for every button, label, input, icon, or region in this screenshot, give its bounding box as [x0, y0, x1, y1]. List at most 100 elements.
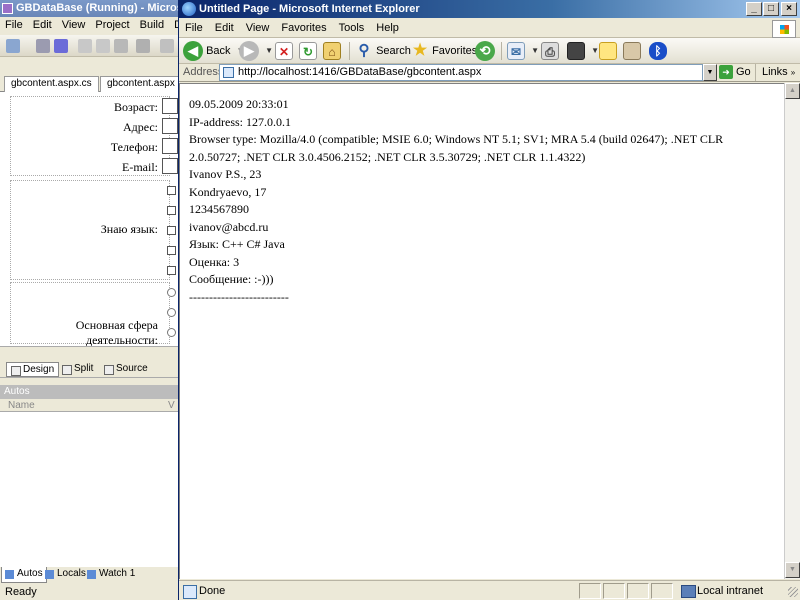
language-checkbox-4[interactable]: [167, 246, 176, 255]
refresh-button[interactable]: ↻: [299, 40, 317, 62]
home-button[interactable]: ⌂: [323, 40, 341, 62]
messenger-button[interactable]: [623, 40, 641, 62]
tab-split[interactable]: Split: [58, 362, 97, 377]
field-radio-1[interactable]: [167, 288, 176, 297]
save-icon[interactable]: [36, 39, 50, 53]
search-icon: ⚲: [358, 42, 370, 60]
bluetooth-button[interactable]: ᛒ: [649, 40, 667, 62]
go-button[interactable]: ➜ Go: [719, 65, 751, 79]
vs-status-bar: Ready: [0, 585, 178, 600]
vs-menu-debug[interactable]: Deb: [169, 17, 178, 33]
status-cell-3: [627, 583, 649, 599]
links-label: Links: [762, 66, 788, 78]
ie-menu-bar: File Edit View Favorites Tools Help: [179, 19, 800, 38]
mail-icon: ✉: [507, 42, 525, 61]
refresh-icon: ↻: [299, 42, 317, 61]
redo-icon[interactable]: [160, 39, 174, 53]
undo-icon[interactable]: [136, 39, 150, 53]
paste-icon[interactable]: [114, 39, 128, 53]
scroll-down-icon[interactable]: ▼: [785, 562, 800, 578]
address-input[interactable]: http://localhost:1416/GBDataBase/gbconte…: [219, 64, 703, 81]
menu-tools[interactable]: Tools: [333, 19, 371, 34]
scroll-up-icon[interactable]: ▲: [785, 83, 800, 99]
content-browser-type: Browser type: Mozilla/4.0 (compatible; M…: [189, 132, 727, 164]
edit-dropdown-icon[interactable]: ▼: [591, 46, 599, 55]
mail-button[interactable]: ✉ ▼: [507, 40, 539, 62]
forward-arrow-icon: ▶: [239, 41, 259, 62]
vs-menu-build[interactable]: Build: [135, 17, 169, 33]
email-field[interactable]: [162, 158, 178, 174]
stop-button[interactable]: ✕: [275, 40, 293, 62]
page-icon: [223, 67, 234, 78]
tab-gbcontent-cs[interactable]: gbcontent.aspx.cs: [4, 76, 99, 92]
copy-icon[interactable]: [96, 39, 110, 53]
tab-locals[interactable]: Locals: [42, 567, 89, 583]
go-arrow-icon: ➜: [719, 65, 733, 79]
favorites-button[interactable]: ★ Favorites: [411, 40, 477, 62]
vs-menu-edit[interactable]: Edit: [28, 17, 57, 33]
resize-grip-icon[interactable]: [788, 587, 798, 597]
address-dropdown-icon[interactable]: ▼: [703, 64, 717, 81]
vs-title: GBDataBase (Running) - Microsoft Vi: [16, 2, 178, 14]
vs-menu-file[interactable]: File: [0, 17, 28, 33]
menu-help[interactable]: Help: [370, 19, 405, 34]
history-button[interactable]: ⟲: [475, 40, 495, 62]
ie-status-bar: Done Local intranet: [179, 580, 800, 600]
search-button[interactable]: ⚲ Search: [355, 40, 411, 62]
vs-debug-tabs: Autos Locals Watch 1: [0, 567, 178, 584]
maximize-button[interactable]: □: [763, 2, 779, 16]
save-all-icon[interactable]: [54, 39, 68, 53]
ie-title: Untitled Page - Microsoft Internet Explo…: [199, 3, 420, 15]
menu-view[interactable]: View: [240, 19, 276, 34]
tab-design[interactable]: Design: [6, 362, 60, 377]
phone-field[interactable]: [162, 138, 178, 154]
toolbar-separator-2: [501, 42, 502, 60]
field-radio-2[interactable]: [167, 308, 176, 317]
address-bar: Address http://localhost:1416/GBDataBase…: [179, 64, 800, 82]
tab-autos[interactable]: Autos: [1, 567, 47, 583]
home-icon: ⌂: [323, 42, 341, 61]
menu-edit[interactable]: Edit: [209, 19, 240, 34]
tab-gbcontent-aspx[interactable]: gbcontent.aspx: [100, 76, 182, 92]
note-icon: [599, 42, 617, 61]
content-datetime: 09.05.2009 20:33:01: [189, 97, 289, 111]
autos-column-value[interactable]: V: [168, 399, 175, 412]
vs-app-icon: [2, 3, 13, 14]
forward-button[interactable]: ▶ ▼: [239, 40, 273, 62]
vs-menu-view[interactable]: View: [57, 17, 91, 33]
tab-source[interactable]: Source: [100, 362, 152, 377]
language-checkbox-3[interactable]: [167, 226, 176, 235]
status-done: Done: [181, 583, 225, 599]
language-checkbox-1[interactable]: [167, 186, 176, 195]
edit-button[interactable]: ▼: [567, 40, 599, 62]
vs-menu-project[interactable]: Project: [90, 17, 134, 33]
tab-watch-1[interactable]: Watch 1: [84, 567, 138, 583]
content-rating: Оценка: 3: [189, 254, 240, 269]
research-icon: [623, 42, 641, 61]
new-project-icon[interactable]: [6, 39, 20, 53]
language-checkbox-5[interactable]: [167, 266, 176, 275]
forward-dropdown-icon[interactable]: ▼: [265, 46, 273, 55]
autos-column-name[interactable]: Name: [8, 400, 35, 411]
visual-studio-window: GBDataBase (Running) - Microsoft Vi File…: [0, 0, 182, 600]
go-label: Go: [736, 65, 751, 78]
discuss-button[interactable]: [599, 40, 617, 62]
age-field[interactable]: [162, 98, 178, 114]
ie-title-bar: Untitled Page - Microsoft Internet Explo…: [179, 0, 800, 18]
links-chevron-icon: »: [790, 68, 796, 77]
address-field[interactable]: [162, 118, 178, 134]
links-button[interactable]: Links »: [755, 64, 800, 81]
designer-horizontal-scrollbar[interactable]: [0, 346, 178, 360]
page-vertical-scrollbar[interactable]: ▲ ▼: [784, 83, 800, 579]
menu-favorites[interactable]: Favorites: [275, 19, 332, 34]
close-button[interactable]: ×: [781, 2, 797, 16]
minimize-button[interactable]: _: [746, 2, 762, 16]
cut-icon[interactable]: [78, 39, 92, 53]
field-radio-3[interactable]: [167, 328, 176, 337]
print-button[interactable]: ⎙: [541, 40, 559, 62]
label-email: E-mail:: [122, 160, 158, 174]
back-button[interactable]: ◀ Back ▼: [183, 40, 245, 62]
language-checkbox-2[interactable]: [167, 206, 176, 215]
mail-dropdown-icon[interactable]: ▼: [531, 46, 539, 55]
menu-file[interactable]: File: [179, 19, 209, 34]
